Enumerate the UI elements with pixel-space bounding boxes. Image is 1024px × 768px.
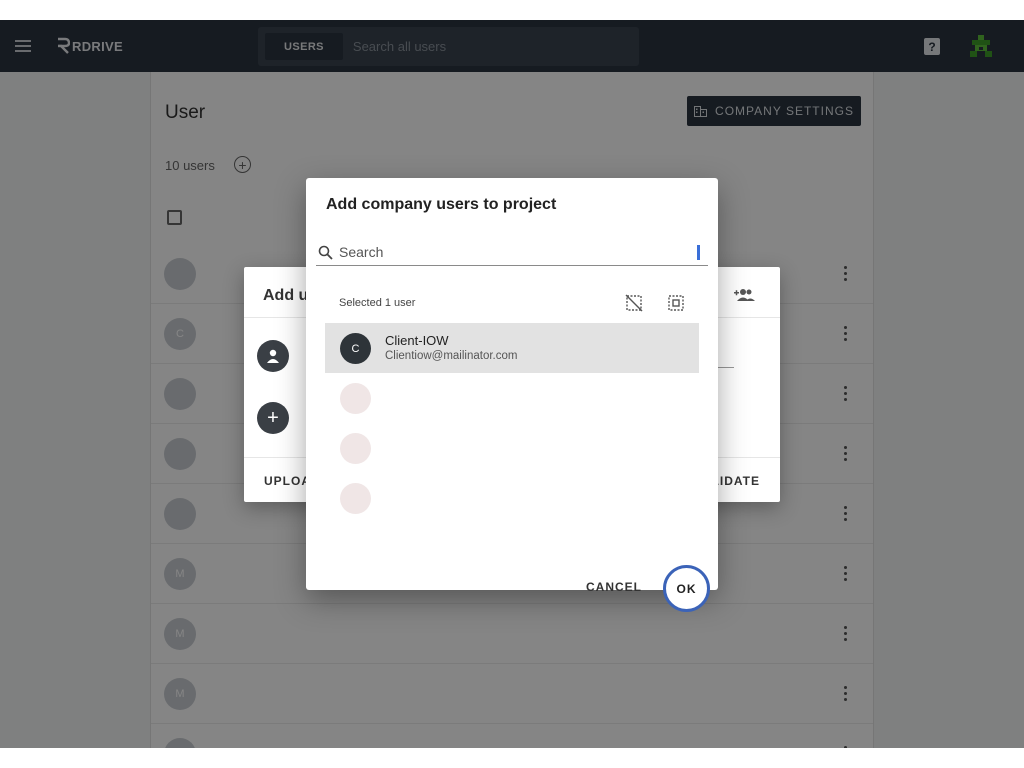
list-item[interactable] xyxy=(325,473,699,523)
dialog-search-input[interactable] xyxy=(333,244,697,260)
selected-count: Selected 1 user xyxy=(339,297,416,309)
avatar xyxy=(340,433,371,464)
user-name: Client-IOW xyxy=(385,333,449,348)
add-people-icon[interactable] xyxy=(734,287,756,303)
avatar xyxy=(340,483,371,514)
validate-button[interactable]: LIDATE xyxy=(712,474,760,488)
upload-button[interactable]: UPLOA xyxy=(264,474,311,488)
search-icon xyxy=(318,245,333,260)
user-email: Clientiow@mailinator.com xyxy=(385,350,518,362)
list-item[interactable]: C Client-IOW Clientiow@mailinator.com xyxy=(325,323,699,373)
text-cursor xyxy=(697,244,700,260)
add-row-icon[interactable]: + xyxy=(257,402,289,434)
cancel-button[interactable]: CANCEL xyxy=(586,580,642,594)
deselect-all-icon[interactable] xyxy=(625,294,643,312)
avatar xyxy=(340,383,371,414)
person-icon xyxy=(257,340,289,372)
ok-button[interactable]: OK xyxy=(663,565,710,612)
avatar: C xyxy=(340,333,371,364)
ok-button-label: OK xyxy=(676,581,697,596)
add-company-users-dialog: Add company users to project Selected 1 … xyxy=(306,178,718,594)
dialog-search xyxy=(316,239,708,266)
list-item[interactable] xyxy=(325,423,699,473)
dialog-title: Add company users to project xyxy=(326,196,557,213)
select-all-icon[interactable] xyxy=(667,294,685,312)
list-item[interactable] xyxy=(325,373,699,423)
background-dialog-title: Add u xyxy=(263,287,309,304)
app-window: RDRIVE USERS ? User COMPANY SETT xyxy=(0,20,1024,748)
